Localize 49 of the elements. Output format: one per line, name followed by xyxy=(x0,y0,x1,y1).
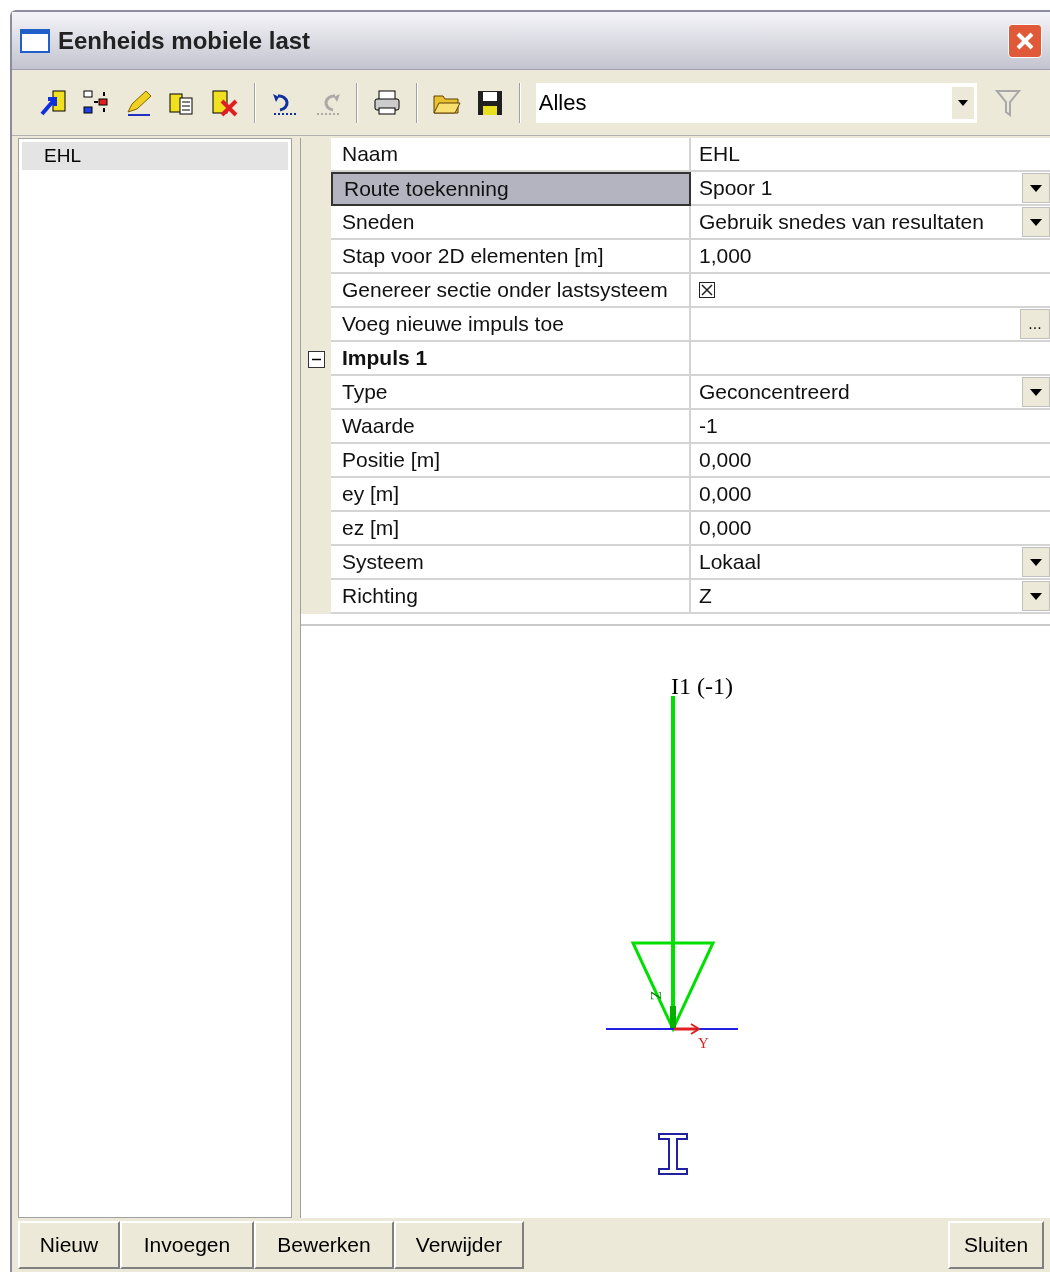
property-dropdown[interactable]: Spoor 1 xyxy=(699,172,773,204)
property-dropdown[interactable]: Lokaal xyxy=(699,546,761,578)
close-dialog-button[interactable]: Sluiten xyxy=(948,1221,1044,1269)
row-header-cell xyxy=(301,138,331,172)
property-value[interactable]: 0,000 xyxy=(699,512,752,544)
property-value[interactable]: -1 xyxy=(699,410,718,442)
property-label[interactable]: ez [m] xyxy=(331,512,691,546)
property-label[interactable]: Naam xyxy=(331,138,691,172)
load-label: I1 (-1) xyxy=(671,673,733,699)
property-label[interactable]: Sneden xyxy=(331,206,691,240)
window-title: Eenheids mobiele last xyxy=(58,25,312,56)
property-label[interactable]: ey [m] xyxy=(331,478,691,512)
property-label[interactable]: Richting xyxy=(331,580,691,614)
property-dropdown[interactable]: Geconcentreerd xyxy=(699,376,850,408)
property-value[interactable]: 0,000 xyxy=(699,444,752,476)
property-label[interactable]: Type xyxy=(331,376,691,410)
browse-button[interactable]: ... xyxy=(1020,309,1050,339)
action-button[interactable]: Nieuw xyxy=(18,1221,120,1269)
action-button[interactable]: Bewerken xyxy=(254,1221,394,1269)
property-value[interactable]: EHL xyxy=(699,138,740,170)
axis-label: Z xyxy=(648,991,664,1001)
property-label[interactable]: Genereer sectie onder lastsysteem xyxy=(331,274,691,308)
property-label[interactable]: Positie [m] xyxy=(331,444,691,478)
action-button[interactable]: Verwijder xyxy=(394,1221,524,1269)
list-item[interactable]: EHL xyxy=(22,142,288,170)
close-button[interactable] xyxy=(1008,23,1042,58)
row-header-cell xyxy=(301,580,331,614)
property-label[interactable]: Waarde xyxy=(331,410,691,444)
action-button[interactable]: Invoegen xyxy=(120,1221,254,1269)
arrow-icon xyxy=(38,87,69,118)
filter-icon xyxy=(995,87,1022,118)
printer-icon xyxy=(372,87,403,118)
collapse-toggle-icon[interactable] xyxy=(307,350,325,368)
property-dropdown[interactable]: Z xyxy=(699,580,712,612)
checkbox[interactable] xyxy=(699,282,715,298)
property-label[interactable]: Impuls 1 xyxy=(331,342,691,376)
property-label[interactable]: Route toekenning xyxy=(331,172,691,206)
delete-icon xyxy=(210,87,240,118)
property-label[interactable]: Voeg nieuwe impuls toe xyxy=(331,308,691,342)
property-value[interactable]: 0,000 xyxy=(699,478,752,510)
property-label[interactable]: Stap voor 2D elementen [m] xyxy=(331,240,691,274)
property-dropdown[interactable]: Gebruik snedes van resultaten xyxy=(699,206,984,238)
close-icon xyxy=(1015,30,1035,51)
axis-label: Y xyxy=(698,1035,709,1051)
property-label[interactable]: Systeem xyxy=(331,546,691,580)
window-icon xyxy=(20,28,50,53)
filter-dropdown[interactable]: Alles xyxy=(535,82,978,123)
i-beam-section-icon xyxy=(658,1133,688,1175)
property-value[interactable]: 1,000 xyxy=(699,240,752,272)
